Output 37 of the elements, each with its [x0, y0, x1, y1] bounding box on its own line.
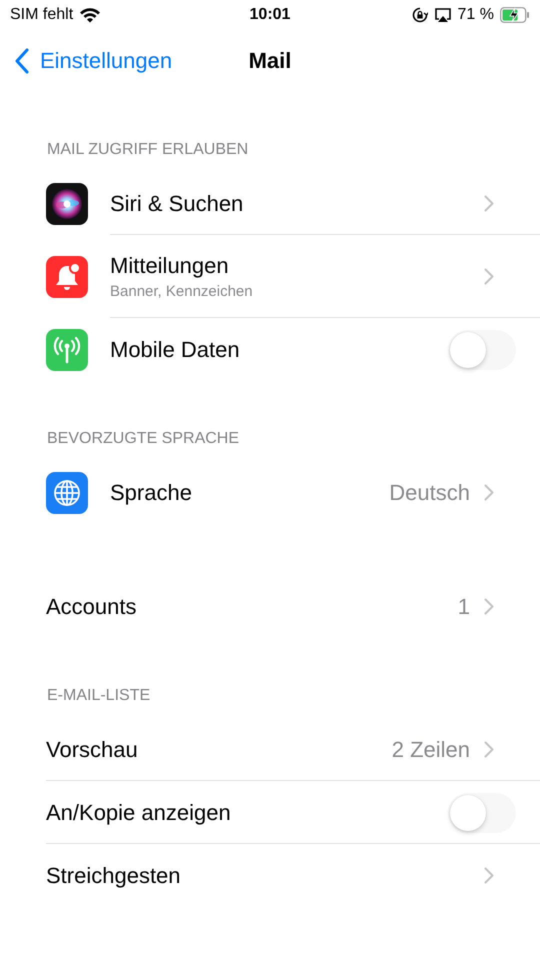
row-label: Streichgesten — [46, 862, 182, 888]
row-label: An/Kopie anzeigen — [46, 800, 232, 826]
clock-time: 10:01 — [250, 6, 290, 23]
row-label: Accounts — [46, 594, 138, 620]
airplay-icon — [434, 7, 452, 23]
section-header: MAIL ZUGRIFF ERLAUBEN — [47, 141, 248, 159]
back-button[interactable]: Einstellungen — [14, 48, 172, 74]
row-label: Mitteilungen — [110, 253, 230, 279]
charging-battery-icon — [500, 7, 530, 23]
chevron-right-icon[interactable] — [484, 867, 494, 884]
chevron-right-icon[interactable] — [484, 484, 494, 501]
rotation-lock-icon — [412, 7, 428, 23]
chevron-right-icon[interactable] — [484, 268, 494, 285]
toggle-switch[interactable] — [448, 330, 516, 370]
battery-percent: 71 % — [458, 6, 494, 24]
row-label: Mobile Daten — [110, 336, 241, 362]
back-chevron-icon — [14, 48, 30, 74]
row-label: Vorschau — [46, 736, 139, 762]
row-value: 1 — [458, 594, 470, 620]
section-header: E-MAIL-LISTE — [47, 687, 150, 705]
row-subtitle: Banner, Kennzeichen — [110, 283, 254, 300]
row-label: Siri & Suchen — [110, 190, 244, 216]
chevron-right-icon[interactable] — [484, 741, 494, 758]
antenna-icon — [46, 328, 88, 370]
row-label: Sprache — [110, 480, 193, 506]
row-value: Deutsch — [389, 480, 470, 506]
chevron-right-icon[interactable] — [484, 598, 494, 615]
siri-orb-icon — [46, 182, 88, 224]
toggle-switch[interactable] — [448, 792, 516, 832]
bell-icon — [46, 256, 88, 298]
globe-icon — [46, 472, 88, 514]
page-title: Mail — [248, 48, 292, 73]
carrier-label: SIM fehlt — [10, 6, 74, 24]
row-value: 2 Zeilen — [392, 736, 470, 762]
section-header: BEVORZUGTE SPRACHE — [47, 430, 240, 448]
chevron-right-icon[interactable] — [484, 195, 494, 212]
wifi-icon — [79, 7, 102, 23]
